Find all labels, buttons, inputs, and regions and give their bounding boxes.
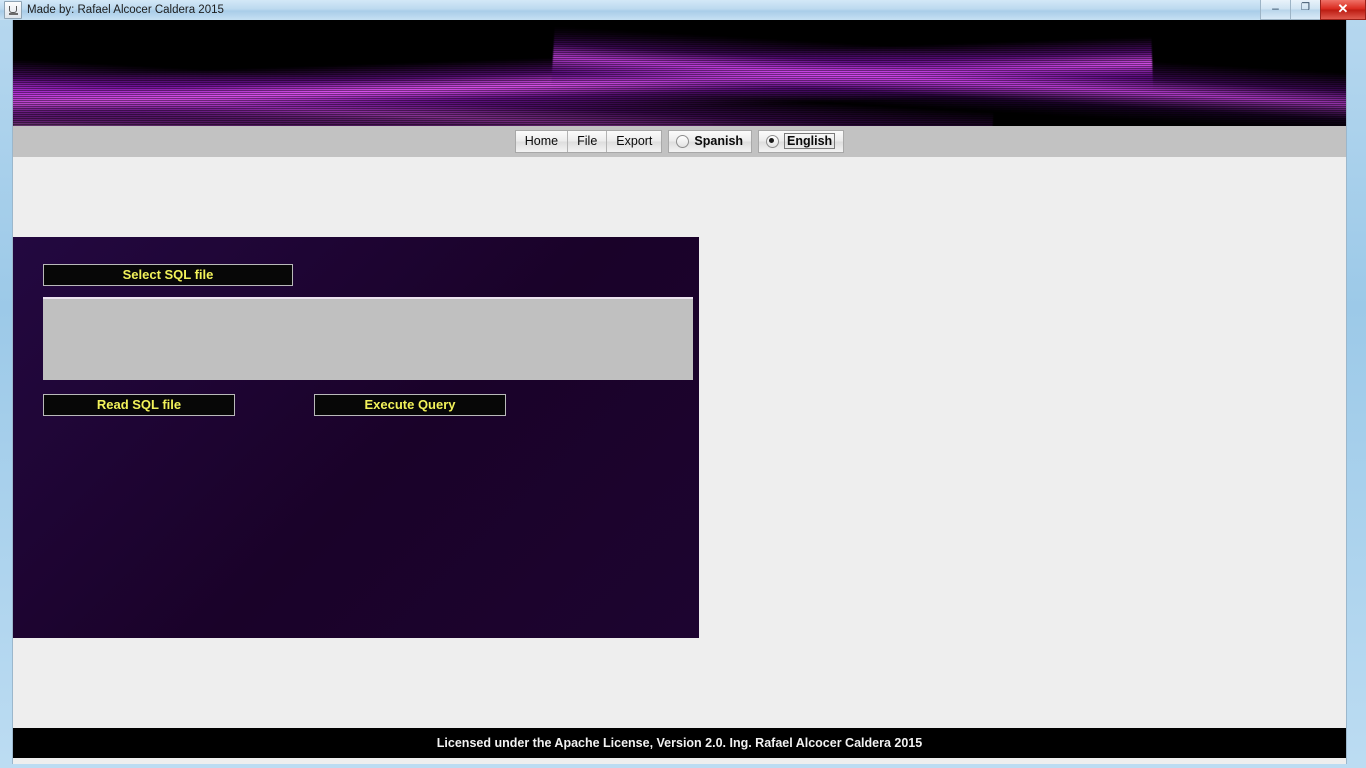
nav-button-file[interactable]: File: [568, 131, 608, 152]
window-controls: – ❐ ✕: [1260, 0, 1366, 20]
menu-button-group: Home File Export: [514, 130, 663, 153]
license-text: Licensed under the Apache License, Versi…: [436, 736, 923, 750]
title-bar: Made by: Rafael Alcocer Caldera 2015 – ❐…: [0, 0, 1366, 20]
execute-query-button[interactable]: Execute Query: [314, 394, 506, 416]
radio-checked-icon[interactable]: [766, 134, 780, 148]
header-banner-image: [13, 20, 1346, 126]
language-radio-spanish[interactable]: Spanish: [668, 130, 753, 153]
application-window: Made by: Rafael Alcocer Caldera 2015 – ❐…: [0, 0, 1366, 768]
main-content-area: Select SQL file Read SQL file Execute Qu…: [13, 157, 1346, 728]
close-icon: ✕: [1337, 1, 1349, 16]
content-root: Home File Export Spanish English Select …: [12, 20, 1347, 764]
nav-button-export[interactable]: Export: [607, 131, 661, 152]
footer-bar: Licensed under the Apache License, Versi…: [13, 728, 1346, 758]
select-sql-file-button[interactable]: Select SQL file: [43, 264, 293, 286]
title-bar-left: Made by: Rafael Alcocer Caldera 2015: [0, 1, 224, 19]
navigation-controls: Home File Export Spanish English: [514, 130, 845, 153]
read-sql-file-button[interactable]: Read SQL file: [43, 394, 235, 416]
language-label-english: English: [784, 133, 836, 149]
close-button[interactable]: ✕: [1320, 0, 1366, 20]
radio-unchecked-icon[interactable]: [676, 134, 690, 148]
minimize-button[interactable]: –: [1260, 0, 1291, 20]
maximize-icon: ❐: [1301, 2, 1310, 13]
window-title: Made by: Rafael Alcocer Caldera 2015: [27, 4, 224, 16]
java-coffee-cup-icon: [4, 1, 22, 19]
language-label-spanish: Spanish: [694, 134, 744, 148]
minimize-icon: –: [1272, 1, 1279, 15]
language-radio-english[interactable]: English: [758, 130, 845, 153]
navigation-bar: Home File Export Spanish English: [13, 126, 1346, 157]
maximize-button[interactable]: ❐: [1290, 0, 1321, 20]
sql-file-list[interactable]: [43, 297, 693, 380]
nav-button-home[interactable]: Home: [516, 131, 569, 152]
sql-tool-panel: Select SQL file Read SQL file Execute Qu…: [13, 237, 699, 638]
